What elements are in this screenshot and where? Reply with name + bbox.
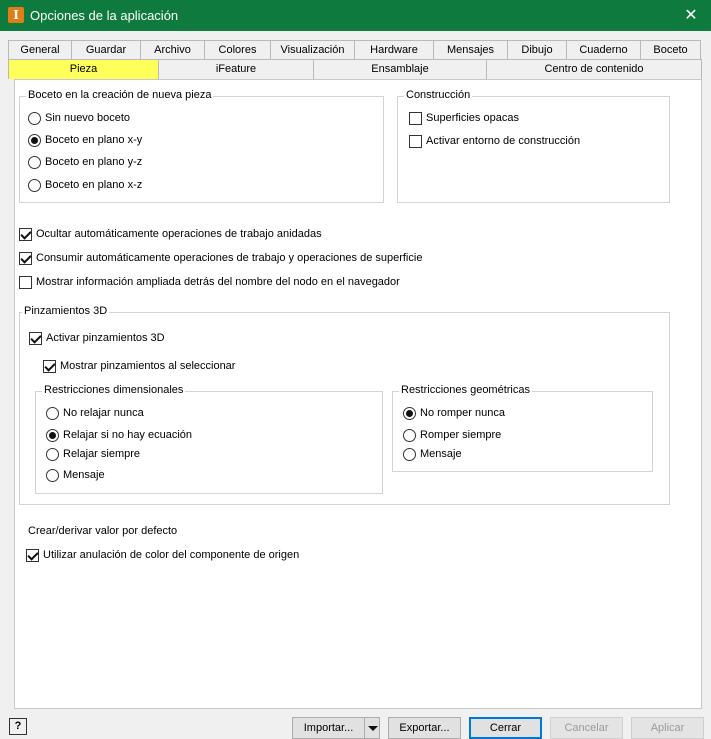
tab-hardware[interactable]: Hardware <box>355 40 434 60</box>
radio-romper-siempre[interactable]: Romper siempre <box>403 427 501 443</box>
option-label: Utilizar anulación de color del componen… <box>43 549 300 561</box>
export-button[interactable]: Exportar... <box>388 717 461 739</box>
checkbox[interactable] <box>409 134 422 148</box>
geometric-constraints-legend: Restricciones geométricas <box>399 384 532 396</box>
options-panel: Boceto en la creación de nueva pieza Sin… <box>14 79 702 709</box>
sketch-group: Boceto en la creación de nueva pieza Sin… <box>19 89 384 203</box>
construction-group: Construcción Superficies opacas Activar … <box>397 89 670 203</box>
radio-button[interactable] <box>28 155 41 169</box>
radio-sin-nuevo-boceto[interactable]: Sin nuevo boceto <box>28 110 130 126</box>
tab-visualizacion[interactable]: Visualización <box>271 40 355 60</box>
tab-cuaderno[interactable]: Cuaderno <box>567 40 641 60</box>
dimensional-constraints-group: Restricciones dimensionales No relajar n… <box>35 384 383 494</box>
construction-group-legend: Construcción <box>404 89 473 101</box>
import-dropdown-chevron-down-icon[interactable] <box>364 717 380 739</box>
dimensional-constraints-legend: Restricciones dimensionales <box>42 384 186 396</box>
radio-relajar-si-no-ecuacion[interactable]: Relajar si no hay ecuación <box>46 427 192 443</box>
tab-row-top: General Guardar Archivo Colores Visualiz… <box>8 40 701 60</box>
checkbox-checked[interactable] <box>29 331 42 345</box>
radio-button[interactable] <box>28 111 41 125</box>
radio-button[interactable] <box>403 447 416 461</box>
checkbox[interactable] <box>19 275 32 289</box>
radio-mensaje-dimensional[interactable]: Mensaje <box>46 467 105 483</box>
option-label: Ocultar automáticamente operaciones de t… <box>36 228 322 240</box>
tab-archivo[interactable]: Archivo <box>141 40 205 60</box>
radio-relajar-siempre[interactable]: Relajar siempre <box>46 446 140 462</box>
tab-pieza[interactable]: Pieza <box>8 59 159 79</box>
option-label: Boceto en plano x-z <box>45 179 143 191</box>
check-consumir-operaciones[interactable]: Consumir automáticamente operaciones de … <box>19 250 422 266</box>
radio-boceto-plano-xz[interactable]: Boceto en plano x-z <box>28 177 142 193</box>
geometric-constraints-group: Restricciones geométricas No romper nunc… <box>392 384 653 472</box>
title-bar: I Opciones de la aplicación ✕ <box>0 0 711 31</box>
tab-dibujo[interactable]: Dibujo <box>508 40 567 60</box>
radio-boceto-plano-xy[interactable]: Boceto en plano x-y <box>28 132 142 148</box>
tab-ensamblaje[interactable]: Ensamblaje <box>314 59 487 79</box>
tab-general[interactable]: General <box>8 40 72 60</box>
checkbox-checked[interactable] <box>43 359 56 373</box>
check-ocultar-operaciones[interactable]: Ocultar automáticamente operaciones de t… <box>19 226 322 242</box>
radio-button[interactable] <box>28 178 41 192</box>
option-label: Mensaje <box>63 469 105 481</box>
radio-boceto-plano-yz[interactable]: Boceto en plano y-z <box>28 154 142 170</box>
option-label: Sin nuevo boceto <box>45 112 131 124</box>
option-label: Mostrar información ampliada detrás del … <box>36 276 400 288</box>
help-icon[interactable]: ? <box>9 718 27 735</box>
radio-no-romper-nunca[interactable]: No romper nunca <box>403 405 505 421</box>
radio-button[interactable] <box>46 468 59 482</box>
cancel-button[interactable]: Cancelar <box>550 717 623 739</box>
option-label: Boceto en plano y-z <box>45 156 143 168</box>
radio-button-selected[interactable] <box>403 406 416 420</box>
tab-guardar[interactable]: Guardar <box>72 40 141 60</box>
check-mostrar-info-ampliada[interactable]: Mostrar información ampliada detrás del … <box>19 274 400 290</box>
sketch-group-legend: Boceto en la creación de nueva pieza <box>26 89 214 101</box>
close-icon[interactable]: ✕ <box>671 0 711 31</box>
check-mostrar-pinzamientos[interactable]: Mostrar pinzamientos al seleccionar <box>43 358 235 374</box>
checkbox-checked[interactable] <box>19 227 32 241</box>
option-label: Boceto en plano x-y <box>45 134 143 146</box>
checkbox-checked[interactable] <box>19 251 32 265</box>
apply-button[interactable]: Aplicar <box>631 717 704 739</box>
check-anulacion-color[interactable]: Utilizar anulación de color del componen… <box>26 547 299 563</box>
check-entorno-construccion[interactable]: Activar entorno de construcción <box>409 133 580 149</box>
window-title: Opciones de la aplicación <box>30 8 179 23</box>
tab-centro-de-contenido[interactable]: Centro de contenido <box>487 59 702 79</box>
radio-button[interactable] <box>46 447 59 461</box>
option-label: No relajar nunca <box>63 407 144 419</box>
tab-row-bottom: Pieza iFeature Ensamblaje Centro de cont… <box>8 59 702 79</box>
tab-mensajes[interactable]: Mensajes <box>434 40 508 60</box>
option-label: Mostrar pinzamientos al seleccionar <box>60 360 236 372</box>
checkbox-checked[interactable] <box>26 548 39 562</box>
option-label: Activar entorno de construcción <box>426 135 581 147</box>
radio-button[interactable] <box>403 428 416 442</box>
option-label: Consumir automáticamente operaciones de … <box>36 252 423 264</box>
check-superficies-opacas[interactable]: Superficies opacas <box>409 110 519 126</box>
radio-no-relajar-nunca[interactable]: No relajar nunca <box>46 405 144 421</box>
option-label: Superficies opacas <box>426 112 519 124</box>
check-activar-pinzamientos[interactable]: Activar pinzamientos 3D <box>29 330 165 346</box>
inventor-app-icon: I <box>8 7 24 23</box>
option-label: Relajar si no hay ecuación <box>63 429 193 441</box>
grips-3d-group-legend: Pinzamientos 3D <box>22 305 110 317</box>
grips-3d-group: Pinzamientos 3D Activar pinzamientos 3D … <box>19 305 670 505</box>
derive-heading: Crear/derivar valor por defecto <box>28 525 178 537</box>
option-label: Romper siempre <box>420 429 502 441</box>
tab-colores[interactable]: Colores <box>205 40 271 60</box>
radio-button[interactable] <box>46 406 59 420</box>
tab-boceto[interactable]: Boceto <box>641 40 701 60</box>
tab-ifeature[interactable]: iFeature <box>159 59 314 79</box>
option-label: Relajar siempre <box>63 448 141 460</box>
radio-button-selected[interactable] <box>28 133 41 147</box>
option-label: No romper nunca <box>420 407 505 419</box>
import-button[interactable]: Importar... <box>292 717 365 739</box>
checkbox[interactable] <box>409 111 422 125</box>
option-label: Mensaje <box>420 448 462 460</box>
option-label: Activar pinzamientos 3D <box>46 332 165 344</box>
button-bar: ? Importar... Exportar... Cerrar Cancela… <box>0 712 711 739</box>
radio-mensaje-geometrico[interactable]: Mensaje <box>403 446 462 462</box>
close-button[interactable]: Cerrar <box>469 717 542 739</box>
radio-button-selected[interactable] <box>46 428 59 442</box>
